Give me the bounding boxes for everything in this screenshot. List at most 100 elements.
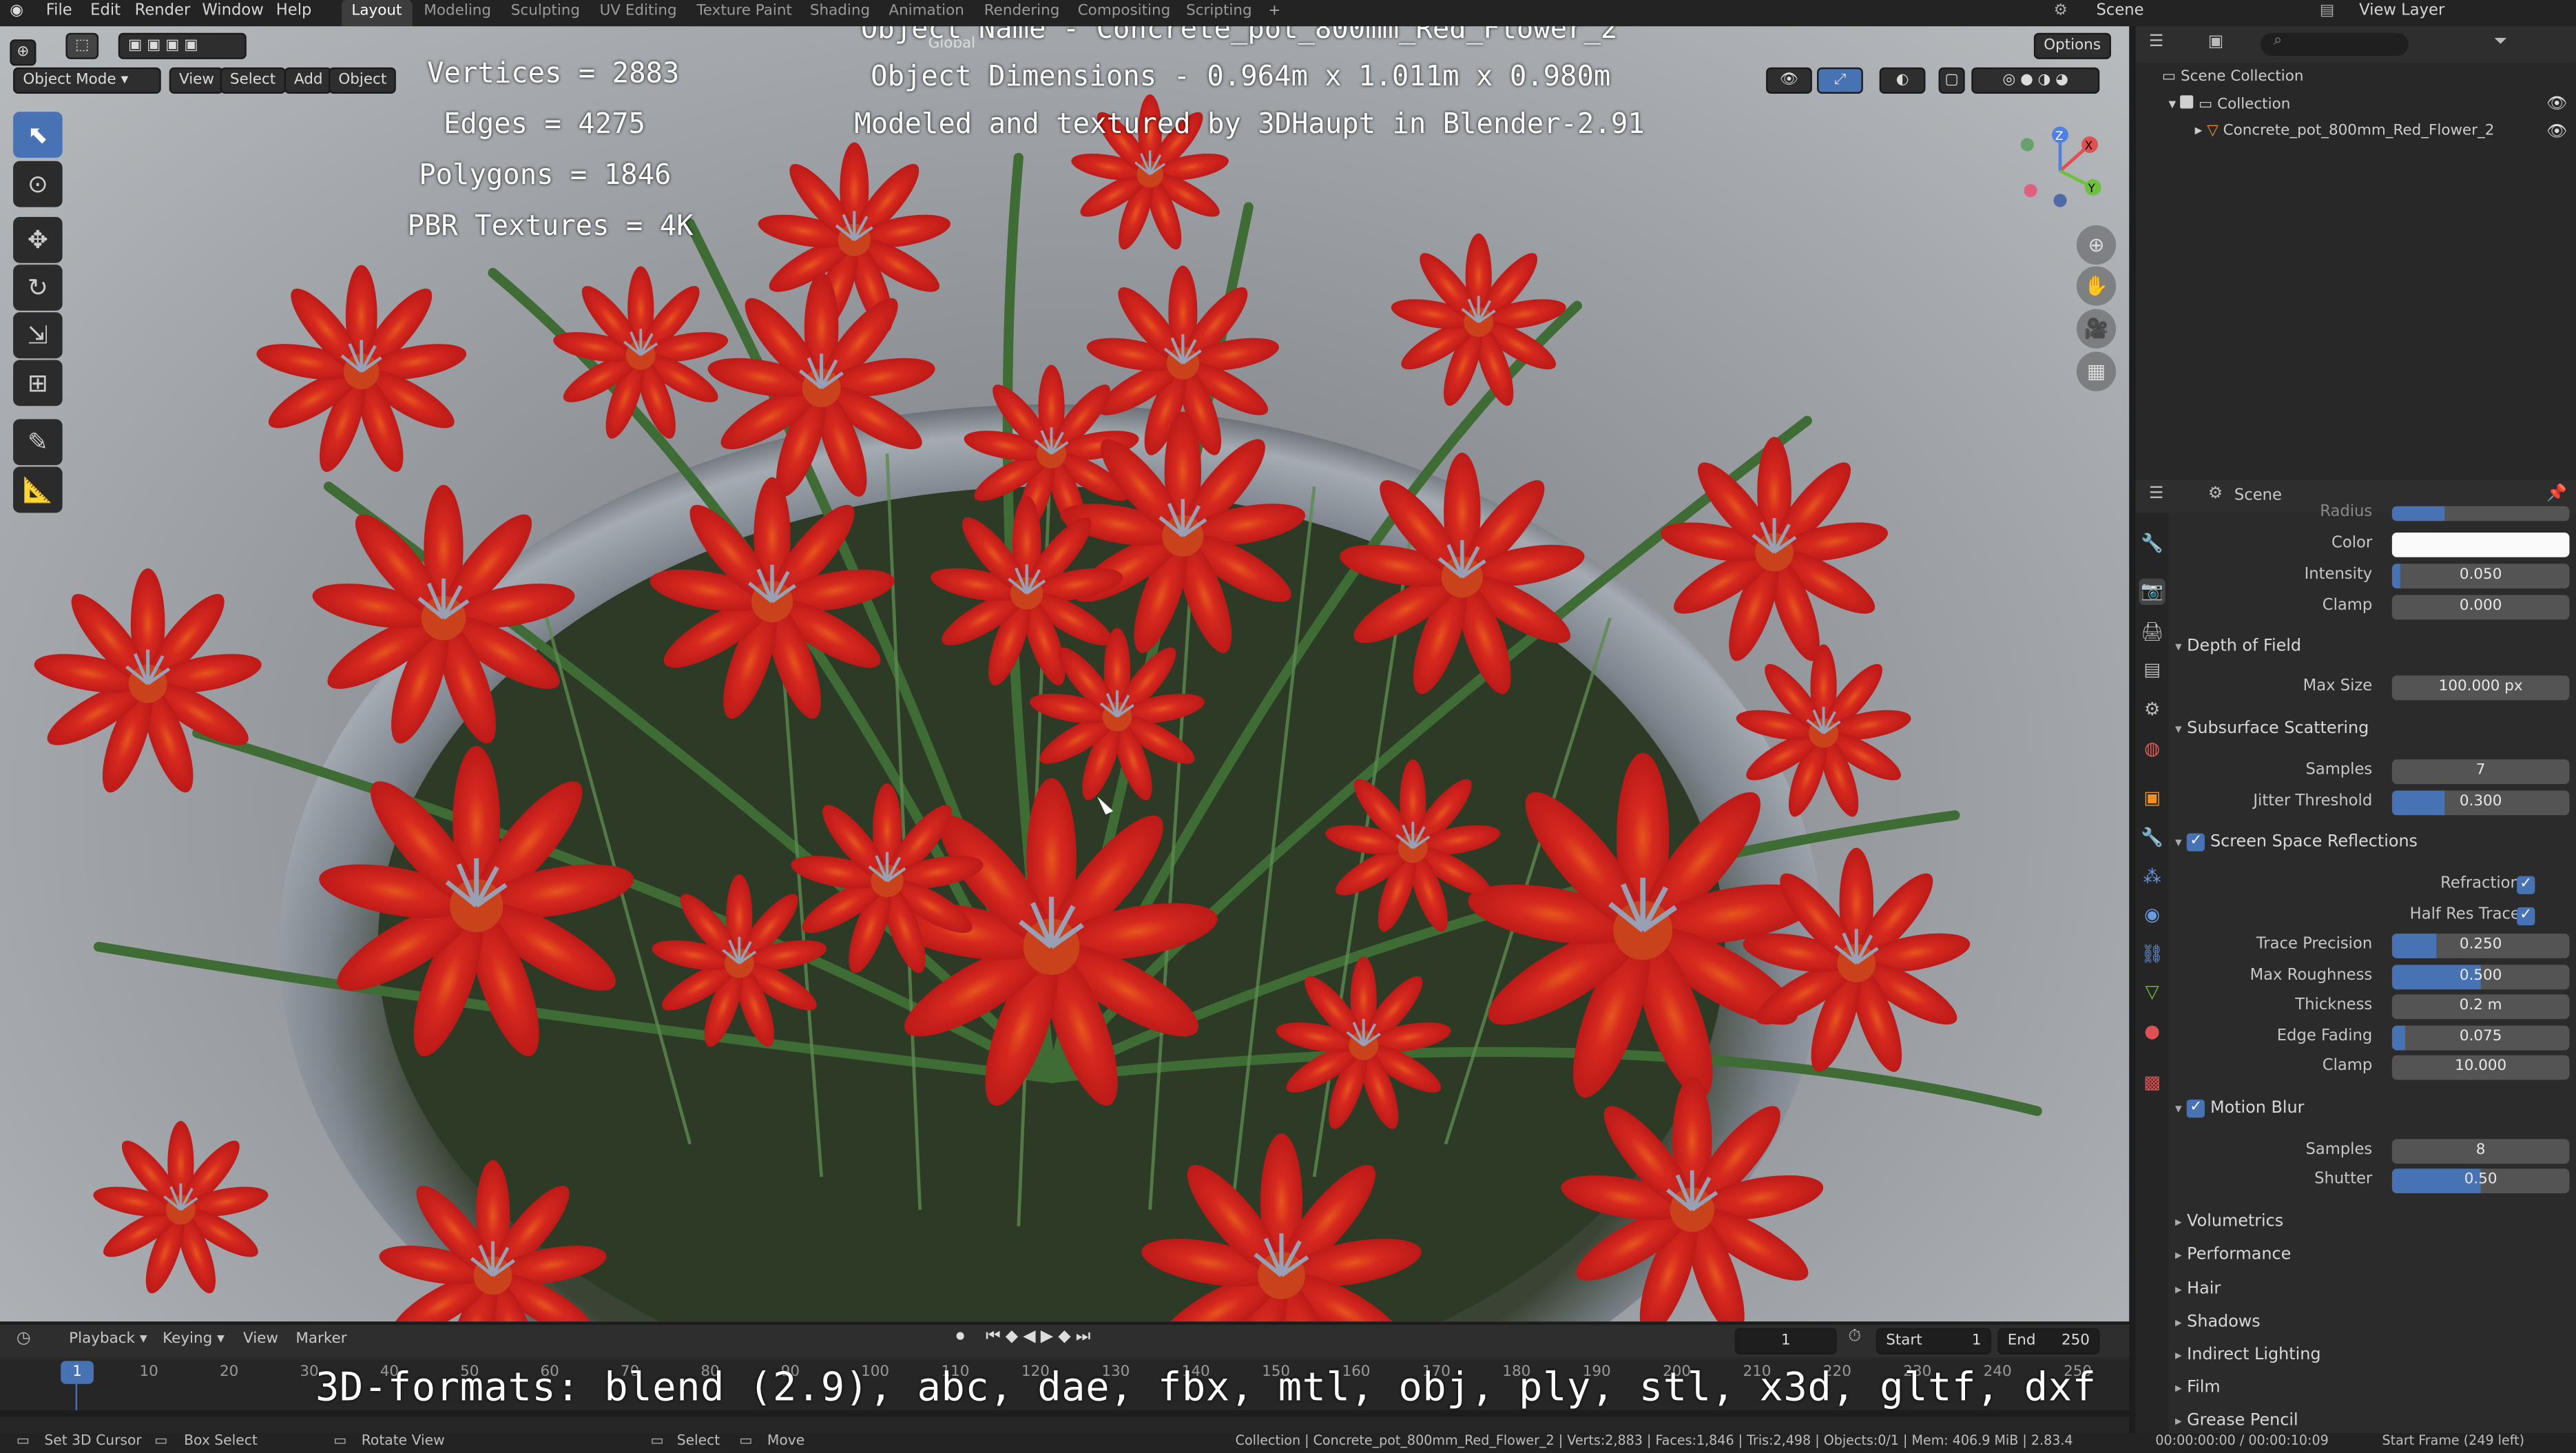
tab-texture-paint[interactable]: Texture Paint	[696, 0, 792, 26]
constraints-tab-icon[interactable]: ⛓	[2139, 942, 2165, 968]
xray-toggle-icon[interactable]: ▢	[1938, 67, 1965, 94]
object-visibility-icon[interactable]: 👁	[2546, 123, 2567, 141]
tab-uv-editing[interactable]: UV Editing	[600, 0, 677, 26]
collection-visibility-icon[interactable]: 👁	[2546, 95, 2567, 113]
blender-logo-icon[interactable]: ◉	[10, 0, 32, 26]
max-size-field[interactable]: 100.000 px	[2391, 675, 2570, 701]
particles-tab-icon[interactable]: ⁂	[2139, 865, 2165, 891]
refraction-checkbox[interactable]: ✓	[2517, 876, 2535, 894]
scale-tool-icon[interactable]: ⇲	[13, 312, 63, 359]
pan-hand-icon[interactable]: ✋	[2076, 266, 2117, 306]
data-tab-icon[interactable]: ▽	[2139, 980, 2165, 1006]
outliner-type-icon[interactable]: ☰	[2149, 33, 2163, 51]
view-layer-icon[interactable]: ▤	[2320, 0, 2334, 26]
playback-controls[interactable]: ⏮◆◀▶◆⏭	[986, 1328, 1095, 1346]
clamp-field[interactable]: 0.000	[2391, 595, 2570, 620]
editor-type-icon[interactable]: ⊕	[10, 39, 37, 66]
color-swatch[interactable]	[2391, 532, 2570, 557]
menu-render[interactable]: Render	[135, 0, 191, 26]
intensity-field[interactable]: 0.050	[2391, 564, 2570, 589]
sss-samples-field[interactable]: 7	[2391, 759, 2570, 784]
select-box-icon[interactable]: ⬚	[65, 32, 99, 59]
end-frame-field[interactable]: End 250	[1997, 1328, 2100, 1354]
output-tab-icon[interactable]: 🖨	[2139, 619, 2165, 646]
options-dropdown[interactable]: Options	[2033, 32, 2111, 59]
world-tab-icon[interactable]: ◍	[2139, 736, 2165, 763]
tab-rendering[interactable]: Rendering	[984, 0, 1060, 26]
shutter-field[interactable]: 0.50	[2391, 1168, 2570, 1194]
outliner-object[interactable]: ▸ ▽ Concrete_pot_800mm_Red_Flower_2	[2195, 123, 2495, 140]
add-workspace-icon[interactable]: +	[1268, 0, 1280, 26]
ssr-clamp-field[interactable]: 10.000	[2391, 1055, 2570, 1080]
motion-blur-checkbox[interactable]: ✓	[2187, 1098, 2205, 1117]
tab-animation[interactable]: Animation	[889, 0, 964, 26]
zoom-icon[interactable]: ⊕	[2076, 225, 2117, 265]
filter-icon[interactable]: ⏷	[2494, 33, 2507, 51]
current-frame-field[interactable]: 1	[1734, 1328, 1837, 1354]
move-tool-icon[interactable]: ✥	[13, 216, 63, 263]
playback-menu[interactable]: Playback ▾	[69, 1331, 147, 1348]
view-layer-selector[interactable]: View Layer	[2359, 0, 2507, 26]
transform-tool-icon[interactable]: ⊞	[13, 360, 63, 406]
panel-performance[interactable]: ▸ Performance	[2175, 1241, 2569, 1270]
panel-film[interactable]: ▸ Film	[2175, 1374, 2569, 1403]
menu-window[interactable]: Window	[202, 0, 263, 26]
gizmo-toggle-icon[interactable]: ⤢	[1817, 67, 1863, 94]
outliner-collection[interactable]: ▾ ▭ Collection	[2168, 95, 2290, 114]
record-icon[interactable]: ⏺	[956, 1328, 964, 1346]
marker-menu[interactable]: Marker	[295, 1331, 346, 1348]
thickness-field[interactable]: 0.2 m	[2391, 994, 2570, 1020]
start-frame-field[interactable]: Start 1	[1876, 1328, 1991, 1354]
panel-screen-space-reflections[interactable]: ▾ ✓ Screen Space Reflections	[2175, 828, 2569, 858]
panel-indirect-lighting[interactable]: ▸ Indirect Lighting	[2175, 1341, 2569, 1371]
cursor-tool-icon[interactable]: ⊙	[13, 161, 63, 207]
object-mode-dropdown[interactable]: Object Mode ▾	[13, 67, 161, 94]
timeline-type-icon[interactable]: ◷	[17, 1330, 31, 1348]
selection-mode-buttons[interactable]: ▣ ▣ ▣ ▣	[118, 32, 247, 59]
outliner-root[interactable]: ▭ Scene Collection	[2162, 69, 2304, 85]
panel-subsurface-scattering[interactable]: ▾ Subsurface Scattering	[2175, 715, 2569, 745]
overlay-toggle-icon[interactable]: ◐	[1879, 67, 1926, 94]
playhead[interactable]: 1	[61, 1361, 94, 1384]
menu-edit[interactable]: Edit	[90, 0, 121, 26]
panel-motion-blur[interactable]: ▾ ✓ Motion Blur	[2175, 1095, 2569, 1124]
half-res-trace-checkbox[interactable]: ✓	[2517, 907, 2535, 926]
radius-field[interactable]	[2391, 506, 2570, 522]
panel-depth-of-field[interactable]: ▾ Depth of Field	[2175, 632, 2569, 662]
camera-view-icon[interactable]: 🎥	[2076, 309, 2117, 349]
object-tab-icon[interactable]: ▣	[2139, 785, 2165, 812]
3d-viewport[interactable]: ⊕ ⬚ ▣ ▣ ▣ ▣ Object Mode ▾ View Select Ad…	[0, 26, 2130, 1322]
timeline-view-menu[interactable]: View	[243, 1331, 278, 1348]
keying-menu[interactable]: Keying ▾	[163, 1331, 225, 1348]
navigation-gizmo[interactable]: X Y Z	[2008, 122, 2106, 220]
menu-help[interactable]: Help	[276, 0, 312, 26]
tab-shading[interactable]: Shading	[810, 0, 870, 26]
viewport-menu-view[interactable]: View	[169, 67, 225, 94]
rotate-tool-icon[interactable]: ↻	[13, 265, 63, 311]
timeline-scrollbar[interactable]	[0, 1410, 2130, 1417]
viewport-menu-select[interactable]: Select	[220, 67, 286, 94]
shading-mode-buttons[interactable]: ◎ ● ◑ ◕	[1971, 67, 2100, 94]
material-tab-icon[interactable]: ●	[2139, 1019, 2165, 1045]
tool-tab-icon[interactable]: 🔧	[2139, 531, 2165, 557]
trace-precision-field[interactable]: 0.250	[2391, 934, 2570, 958]
display-mode-icon[interactable]: ▣	[2208, 33, 2224, 51]
scene-selector[interactable]: Scene	[2097, 0, 2245, 26]
tab-scripting[interactable]: Scripting	[1186, 0, 1251, 26]
panel-shadows[interactable]: ▸ Shadows	[2175, 1308, 2569, 1338]
physics-tab-icon[interactable]: ◉	[2139, 903, 2165, 929]
jitter-threshold-field[interactable]: 0.300	[2391, 790, 2570, 816]
viewport-menu-add[interactable]: Add	[284, 67, 333, 94]
measure-tool-icon[interactable]: 📐	[13, 466, 63, 513]
view-layer-tab-icon[interactable]: ▤	[2139, 657, 2165, 683]
mb-samples-field[interactable]: 8	[2391, 1139, 2570, 1164]
annotate-tool-icon[interactable]: ✎	[13, 419, 63, 466]
collection-checkbox[interactable]	[2181, 95, 2194, 109]
tab-compositing[interactable]: Compositing	[1078, 0, 1171, 26]
viewport-menu-object[interactable]: Object	[329, 67, 397, 94]
tab-modeling[interactable]: Modeling	[424, 0, 491, 26]
tab-layout[interactable]: Layout	[342, 0, 412, 27]
panel-hair[interactable]: ▸ Hair	[2175, 1275, 2569, 1305]
visibility-icon[interactable]: 👁	[1766, 67, 1812, 94]
ssr-checkbox[interactable]: ✓	[2187, 832, 2205, 851]
